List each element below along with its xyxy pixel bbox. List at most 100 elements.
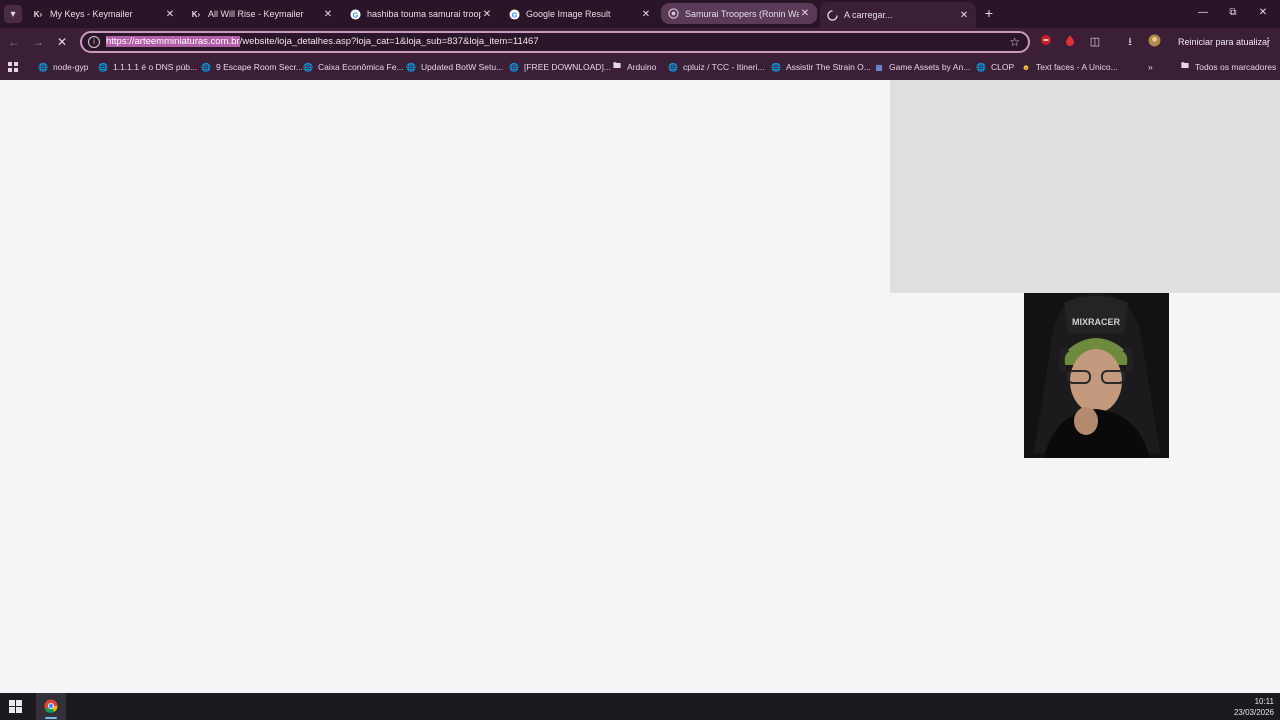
bookmark-label: CLOP <box>991 62 1015 72</box>
tab-google-search[interactable]: G hashiba touma samurai troopers ✕ <box>343 2 499 26</box>
tab-title: A carregar... <box>844 10 893 20</box>
bookmark-label: [FREE DOWNLOAD]... <box>524 62 611 72</box>
clock-date: 23/03/2026 <box>1233 708 1274 717</box>
url-path: /website/loja_detalhes.asp?loja_cat=1&lo… <box>239 36 539 47</box>
site-icon <box>667 8 679 20</box>
globe-icon: 🌐 <box>406 62 416 72</box>
bookmark-label: 1.1.1.1 é o DNS púb... <box>113 62 198 72</box>
svg-text:G: G <box>511 10 517 19</box>
emoji-icon: ☻ <box>1021 62 1031 72</box>
more-menu-icon[interactable]: ⋮ <box>1262 34 1274 50</box>
bookmark-label: cpluiz / TCC - Itineri... <box>683 62 765 72</box>
keymailer-icon: K› <box>191 9 201 19</box>
svg-text:G: G <box>352 10 358 19</box>
restore-icon[interactable]: ⧉ <box>1218 4 1248 22</box>
back-icon[interactable]: ← <box>6 34 22 50</box>
tab-loading[interactable]: A carregar... ✕ <box>820 2 976 28</box>
close-icon[interactable]: ✕ <box>164 9 176 20</box>
bookmarks-overflow-icon[interactable]: » <box>1148 60 1153 74</box>
site-info-icon[interactable]: i <box>88 36 100 48</box>
bookmark-label: Arduino <box>627 62 657 72</box>
keymailer-icon: K› <box>33 9 43 19</box>
globe-icon: 🌐 <box>668 62 678 72</box>
google-icon: G <box>349 8 361 20</box>
tab-google-image[interactable]: G Google Image Result ✕ <box>502 2 658 26</box>
address-bar[interactable]: i https://arteemminiaturas.com.br/websit… <box>80 31 1030 53</box>
bookmark-label: Updated BotW Setu... <box>421 62 504 72</box>
bookmark-item[interactable]: 🌐 Caixa Econômica Fe... <box>303 60 404 74</box>
bookmark-item[interactable]: 🌐 1.1.1.1 é o DNS púb... <box>98 60 197 74</box>
new-tab-button[interactable]: + <box>981 5 997 21</box>
bookmark-star-icon[interactable]: ☆ <box>1009 35 1020 49</box>
tab-title: hashiba touma samurai troopers <box>367 9 481 19</box>
google-icon: G <box>508 8 520 20</box>
chrome-icon <box>44 699 58 713</box>
all-bookmarks-button[interactable]: 🖿 Todos os marcadores <box>1180 60 1276 74</box>
close-icon[interactable]: ✕ <box>958 10 970 21</box>
extensions-puzzle-icon[interactable]: ◫ <box>1087 34 1103 50</box>
forward-icon[interactable]: → <box>30 34 46 50</box>
folder-icon: 🖿 <box>613 61 621 70</box>
loading-placeholder-panel <box>890 80 1280 293</box>
bookmark-label: Text faces - A Unico... <box>1036 62 1118 72</box>
minimize-icon[interactable]: — <box>1188 4 1218 22</box>
download-icon[interactable]: ⭳ <box>1122 34 1138 50</box>
all-bookmarks-label: Todos os marcadores <box>1195 62 1277 72</box>
globe-icon: 🌐 <box>201 62 211 72</box>
tab-my-keys[interactable]: K› My Keys - Keymailer ✕ <box>26 2 182 26</box>
tab-title: All Will Rise - Keymailer <box>208 9 304 19</box>
url-selected: https://arteemminiaturas.com.br <box>106 36 240 47</box>
windows-start-icon[interactable] <box>9 700 22 713</box>
bookmark-item[interactable]: ▦ Game Assets by An... <box>874 60 970 74</box>
bookmark-label: Assistir The Strain O... <box>786 62 871 72</box>
globe-icon: 🌐 <box>771 62 781 72</box>
stop-loading-icon[interactable]: ✕ <box>54 34 70 50</box>
chair-brand-text: MIXRACER <box>1072 317 1121 327</box>
bookmark-folder[interactable]: 🖿 Arduino <box>612 60 656 74</box>
close-icon[interactable]: ✕ <box>322 9 334 20</box>
tab-samurai-troopers[interactable]: Samurai Troopers (Ronin Warriors) ✕ <box>661 3 817 24</box>
window-close-icon[interactable]: ✕ <box>1248 4 1278 22</box>
webcam-overlay: MIXRACER <box>1024 293 1169 458</box>
taskbar-chrome-button[interactable] <box>36 693 66 720</box>
tab-all-will-rise[interactable]: K› All Will Rise - Keymailer ✕ <box>184 2 340 26</box>
bookmark-label: Game Assets by An... <box>889 62 971 72</box>
clock-time: 10:11 <box>1254 697 1274 706</box>
tab-title: Google Image Result <box>526 9 611 19</box>
tab-title: My Keys - Keymailer <box>50 9 133 19</box>
update-button[interactable]: Reiniciar para atualizar <box>1172 33 1276 51</box>
extension-red-icon[interactable] <box>1038 34 1054 50</box>
bookmark-item[interactable]: 🌐 node-gyp <box>38 60 88 74</box>
close-icon[interactable]: ✕ <box>481 9 493 20</box>
tab-strip: ▾ K› My Keys - Keymailer ✕ K› All Will R… <box>0 0 1280 28</box>
url-text[interactable]: https://arteemminiaturas.com.br/website/… <box>106 36 539 47</box>
tab-search-button[interactable]: ▾ <box>4 5 22 23</box>
globe-icon: 🌐 <box>303 62 313 72</box>
apps-grid-icon[interactable] <box>8 60 18 74</box>
page-content: MIXRACER <box>0 80 1280 693</box>
bookmarks-bar: 🌐 node-gyp 🌐 1.1.1.1 é o DNS púb... 🌐 9 Esc… <box>0 56 1280 78</box>
tab-title: Samurai Troopers (Ronin Warriors) <box>685 8 799 19</box>
taskbar: 10:11 23/03/2026 <box>0 693 1280 720</box>
bookmark-item[interactable]: 🌐 CLOP <box>976 60 1014 74</box>
grid-icon: ▦ <box>875 62 883 72</box>
bookmark-label: node-gyp <box>53 62 89 72</box>
bookmark-item[interactable]: 🌐 9 Escape Room Secr... <box>201 60 303 74</box>
close-icon[interactable]: ✕ <box>640 9 652 20</box>
system-clock[interactable]: 10:11 23/03/2026 <box>1234 696 1274 718</box>
globe-icon: 🌐 <box>976 62 986 72</box>
globe-icon: 🌐 <box>509 62 519 72</box>
folder-icon: 🖿 <box>1181 61 1189 70</box>
bookmark-item[interactable]: 🌐 Assistir The Strain O... <box>771 60 871 74</box>
close-icon[interactable]: ✕ <box>799 8 811 19</box>
profile-avatar-icon[interactable] <box>1146 34 1162 50</box>
bookmark-item[interactable]: ☻ Text faces - A Unico... <box>1021 60 1118 74</box>
globe-icon: 🌐 <box>98 62 108 72</box>
bookmark-item[interactable]: 🌐 cpluiz / TCC - Itineri... <box>668 60 765 74</box>
bookmark-label: Caixa Econômica Fe... <box>318 62 404 72</box>
bookmark-item[interactable]: 🌐 Updated BotW Setu... <box>406 60 503 74</box>
toolbar: ← → ✕ i https://arteemminiaturas.com.br/… <box>0 28 1280 56</box>
extension-drop-icon[interactable] <box>1062 34 1078 50</box>
bookmark-label: 9 Escape Room Secr... <box>216 62 303 72</box>
bookmark-item[interactable]: 🌐 [FREE DOWNLOAD]... <box>509 60 611 74</box>
